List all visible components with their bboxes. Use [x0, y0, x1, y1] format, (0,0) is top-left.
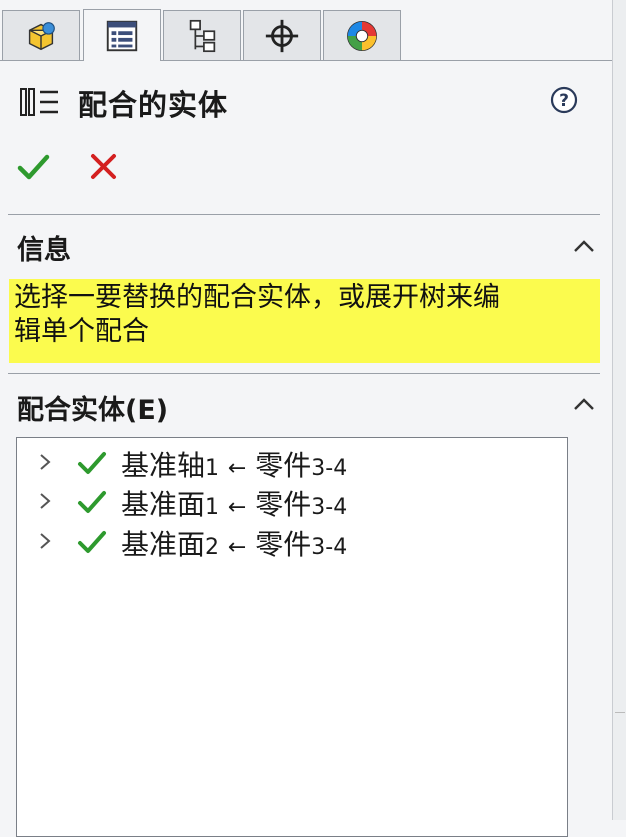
tab-configuration-manager[interactable]	[163, 10, 241, 60]
help-icon[interactable]: ?	[550, 86, 578, 114]
checkmark-icon	[17, 154, 50, 180]
tab-dimxpert-manager[interactable]	[243, 10, 321, 60]
info-message-line-1: 选择一要替换的配合实体，或展开树来编	[14, 282, 500, 313]
info-message-box: 选择一要替换的配合实体，或展开树来编 辑单个配合	[9, 279, 600, 363]
display-manager-icon	[347, 20, 377, 51]
close-icon	[91, 154, 116, 179]
checkmark-icon	[78, 531, 106, 553]
property-manager-panel: 配合的实体 ? 信息 选择一要替换的配合实体，或展开树来编 辑单个配合 配合实体…	[0, 0, 612, 837]
tree-row-label: 基准面1 ← 零件3-4	[121, 488, 348, 521]
svg-text:?: ?	[559, 91, 569, 111]
cancel-button[interactable]	[84, 148, 124, 186]
expand-chevron-right-icon[interactable]	[35, 489, 55, 513]
manager-tab-bar	[0, 0, 612, 62]
checkmark-icon	[78, 452, 106, 474]
tree-row-label: 基准面2 ← 零件3-4	[121, 528, 348, 561]
panel-splitter[interactable]	[612, 0, 626, 820]
info-message-line-2: 辑单个配合	[14, 316, 149, 347]
checkmark-icon	[78, 491, 106, 513]
tree-row[interactable]: 基准轴1 ← 零件3-4	[17, 442, 567, 482]
page-title: 配合的实体	[78, 88, 229, 122]
feature-manager-icon	[28, 21, 55, 50]
tab-property-manager[interactable]	[83, 9, 161, 61]
mate-entities-tree[interactable]: 基准轴1 ← 零件3-4 基准面1 ← 零件3-4 基准面2 ← 零件3-4	[16, 437, 568, 837]
splitter-notch	[615, 712, 625, 719]
tree-row[interactable]: 基准面1 ← 零件3-4	[17, 481, 567, 521]
section-divider	[8, 214, 600, 215]
mate-entities-icon	[20, 88, 58, 116]
action-buttons	[14, 148, 214, 188]
info-section-title: 信息	[17, 235, 71, 266]
mate-entities-section-title: 配合实体(E)	[17, 395, 169, 426]
tree-row[interactable]: 基准面2 ← 零件3-4	[17, 521, 567, 561]
dimxpert-icon	[265, 19, 299, 52]
expand-chevron-right-icon[interactable]	[35, 529, 55, 553]
ok-button[interactable]	[14, 148, 54, 186]
section-divider	[8, 373, 600, 374]
collapse-info-chevron-up-icon[interactable]	[570, 236, 598, 256]
expand-chevron-right-icon[interactable]	[35, 450, 55, 474]
property-manager-header: 配合的实体 ?	[18, 80, 598, 124]
tab-feature-manager[interactable]	[2, 10, 80, 60]
property-manager-icon	[106, 20, 138, 51]
tree-row-label: 基准轴1 ← 零件3-4	[121, 449, 348, 482]
tab-display-manager[interactable]	[323, 10, 401, 60]
collapse-mate-entities-chevron-up-icon[interactable]	[570, 394, 598, 414]
configuration-manager-icon	[189, 19, 216, 52]
